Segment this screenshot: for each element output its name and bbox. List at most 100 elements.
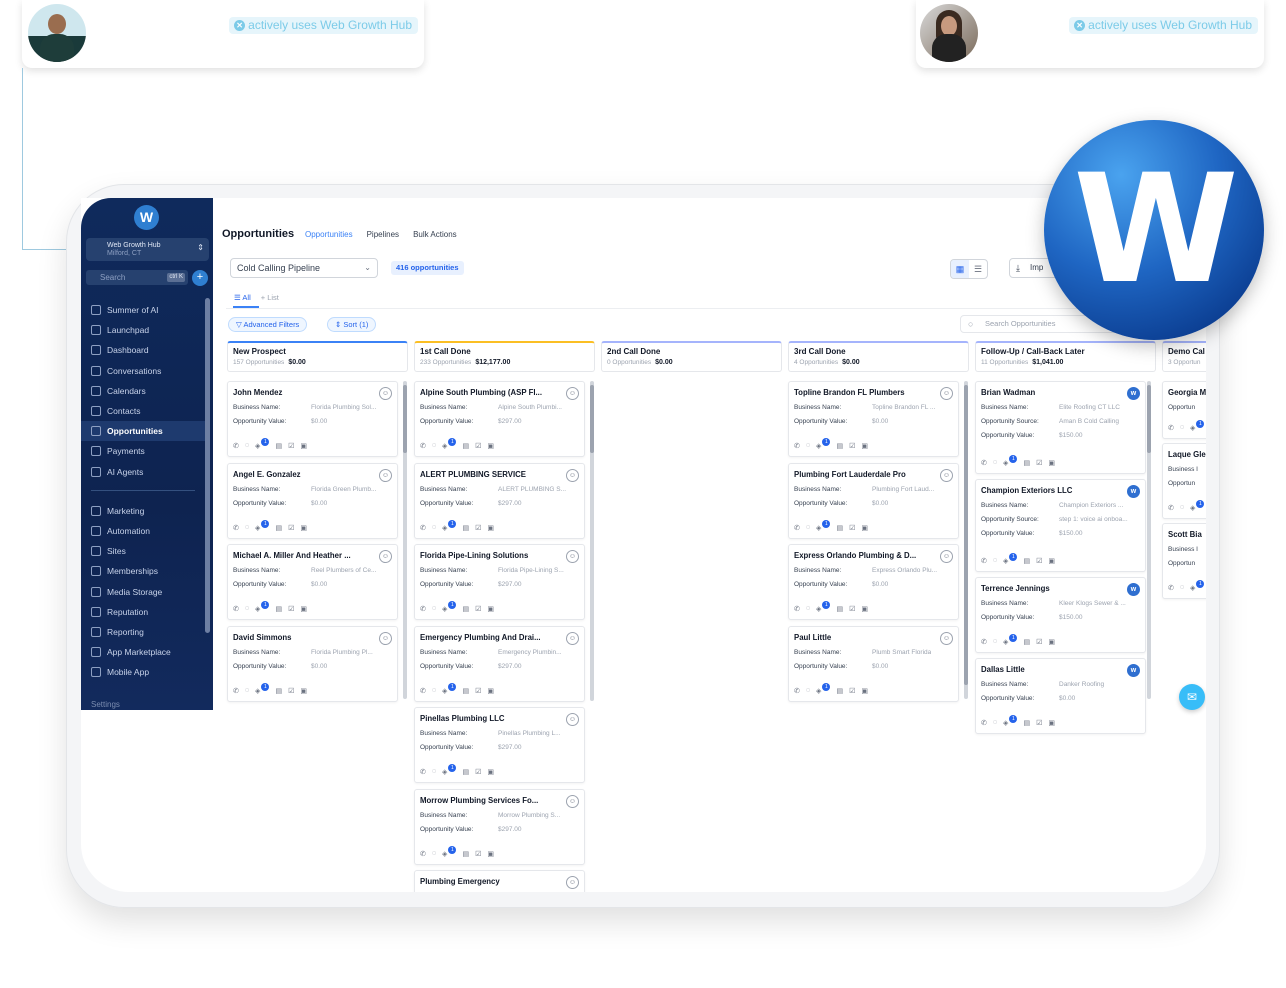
calendar-icon[interactable]: ▣: [300, 524, 307, 532]
sidebar-item-dashboard[interactable]: Dashboard: [81, 340, 205, 360]
chat-icon[interactable]: ◌: [1180, 504, 1184, 512]
chat-icon[interactable]: ◌: [993, 459, 997, 467]
tag-icon[interactable]: ◈: [442, 768, 447, 776]
assign-user-icon[interactable]: ☺: [940, 631, 953, 645]
calendar-icon[interactable]: ▣: [1048, 719, 1055, 727]
chat-icon[interactable]: ◌: [993, 638, 997, 646]
account-switcher[interactable]: Web Growth Hub Milford, CT ⇕: [86, 238, 209, 261]
task-icon[interactable]: ☑: [849, 605, 855, 613]
phone-icon[interactable]: ✆: [794, 605, 800, 613]
phone-icon[interactable]: ✆: [1168, 584, 1174, 592]
phone-icon[interactable]: ✆: [981, 557, 987, 565]
phone-icon[interactable]: ✆: [420, 605, 426, 613]
tag-icon[interactable]: ◈: [1003, 557, 1008, 565]
note-icon[interactable]: ▤: [1023, 459, 1030, 467]
tag-icon[interactable]: ◈: [255, 687, 260, 695]
sidebar-item-marketing[interactable]: Marketing: [81, 501, 205, 521]
scroll-thumb[interactable]: [590, 385, 594, 453]
assign-user-icon[interactable]: ☺: [566, 631, 579, 645]
note-icon[interactable]: ▤: [462, 605, 469, 613]
chat-icon[interactable]: ◌: [806, 687, 810, 695]
opportunity-card[interactable]: Pinellas Plumbing LLC ☺ Business Name: Pine…: [414, 707, 585, 783]
sidebar-item-mobile-app[interactable]: Mobile App: [81, 662, 205, 682]
calendar-icon[interactable]: ▣: [300, 442, 307, 450]
opportunity-card[interactable]: Terrence Jennings w Business Name: Kleer Kl…: [975, 577, 1146, 653]
sidebar-item-calendars[interactable]: Calendars: [81, 381, 205, 401]
note-icon[interactable]: ▤: [836, 605, 843, 613]
opportunity-card[interactable]: Laque GleBusiness IOpportun✆◌◈1▤☑▣: [1162, 443, 1206, 519]
column-scrollbar[interactable]: [964, 381, 968, 699]
opportunity-card[interactable]: Champion Exteriors LLC w Business Name: Cha…: [975, 479, 1146, 572]
chat-icon[interactable]: ◌: [432, 605, 436, 613]
tag-icon[interactable]: ◈: [1003, 459, 1008, 467]
task-icon[interactable]: ☑: [849, 524, 855, 532]
calendar-icon[interactable]: ▣: [861, 605, 868, 613]
opportunity-card[interactable]: Plumbing Emergency ☺: [414, 870, 585, 892]
assign-user-icon[interactable]: ☺: [566, 713, 579, 726]
task-icon[interactable]: ☑: [1036, 557, 1042, 565]
tag-icon[interactable]: ◈: [816, 687, 821, 695]
chat-icon[interactable]: ◌: [432, 687, 436, 695]
assignee-avatar[interactable]: w: [1127, 583, 1140, 596]
calendar-icon[interactable]: ▣: [487, 768, 494, 776]
task-icon[interactable]: ☑: [288, 687, 294, 695]
tag-icon[interactable]: ◈: [1003, 719, 1008, 727]
chat-icon[interactable]: ◌: [245, 687, 249, 695]
phone-icon[interactable]: ✆: [420, 768, 426, 776]
sidebar-item-memberships[interactable]: Memberships: [81, 561, 205, 581]
calendar-icon[interactable]: ▣: [1048, 557, 1055, 565]
tag-icon[interactable]: ◈: [442, 605, 447, 613]
assignee-avatar[interactable]: w: [1127, 664, 1140, 677]
add-list-button[interactable]: + List: [261, 293, 279, 302]
opportunity-card[interactable]: ALERT PLUMBING SERVICE ☺ Business Name: ALE…: [414, 462, 585, 539]
assignee-avatar[interactable]: w: [1127, 485, 1140, 498]
calendar-icon[interactable]: ▣: [300, 605, 307, 613]
task-icon[interactable]: ☑: [849, 687, 855, 695]
list-view-icon[interactable]: ☰: [969, 260, 987, 278]
opportunity-card[interactable]: Brian Wadman w Business Name: Elite Roofing…: [975, 381, 1146, 474]
sidebar-item-automation[interactable]: Automation: [81, 521, 205, 541]
calendar-icon[interactable]: ▣: [487, 687, 494, 695]
task-icon[interactable]: ☑: [288, 605, 294, 613]
assignee-avatar[interactable]: w: [1127, 387, 1140, 400]
phone-icon[interactable]: ✆: [420, 850, 426, 858]
tag-icon[interactable]: ◈: [255, 442, 260, 450]
sidebar-item-reporting[interactable]: Reporting: [81, 622, 205, 642]
calendar-icon[interactable]: ▣: [1048, 459, 1055, 467]
phone-icon[interactable]: ✆: [420, 524, 426, 532]
task-icon[interactable]: ☑: [288, 442, 294, 450]
task-icon[interactable]: ☑: [1036, 719, 1042, 727]
phone-icon[interactable]: ✆: [794, 524, 800, 532]
sidebar-item-media-storage[interactable]: Media Storage: [81, 581, 205, 601]
scroll-thumb[interactable]: [1147, 385, 1151, 453]
opportunity-card[interactable]: Georgia MOpportun✆◌◈1▤☑▣: [1162, 381, 1206, 439]
phone-icon[interactable]: ✆: [1168, 504, 1174, 512]
tag-icon[interactable]: ◈: [1190, 424, 1195, 432]
task-icon[interactable]: ☑: [475, 442, 481, 450]
calendar-icon[interactable]: ▣: [487, 605, 494, 613]
tab-pipelines[interactable]: Pipelines: [367, 230, 399, 239]
opportunity-card[interactable]: Express Orlando Plumbing & D... ☺ Business…: [788, 544, 959, 620]
opportunity-card[interactable]: Scott BiaBusiness IOpportun✆◌◈1▤☑▣: [1162, 523, 1206, 599]
sidebar-item-summer-of-ai[interactable]: Summer of AI: [81, 300, 205, 320]
opportunity-card[interactable]: Florida Pipe-Lining Solutions ☺ Business N…: [414, 544, 585, 620]
tag-icon[interactable]: ◈: [1190, 584, 1195, 592]
note-icon[interactable]: ▤: [462, 850, 469, 858]
sidebar-item-conversations[interactable]: Conversations: [81, 361, 205, 381]
assign-user-icon[interactable]: ☺: [566, 387, 579, 400]
tag-icon[interactable]: ◈: [816, 442, 821, 450]
phone-icon[interactable]: ✆: [1168, 424, 1174, 432]
assign-user-icon[interactable]: ☺: [379, 550, 392, 563]
note-icon[interactable]: ▤: [836, 442, 843, 450]
calendar-icon[interactable]: ▣: [300, 687, 307, 695]
phone-icon[interactable]: ✆: [233, 687, 239, 695]
task-icon[interactable]: ☑: [475, 768, 481, 776]
app-logo[interactable]: W: [134, 205, 159, 230]
quick-add-button[interactable]: +: [192, 270, 208, 286]
task-icon[interactable]: ☑: [1036, 638, 1042, 646]
sidebar-item-contacts[interactable]: Contacts: [81, 401, 205, 421]
sidebar-item-launchpad[interactable]: Launchpad: [81, 320, 205, 340]
note-icon[interactable]: ▤: [462, 442, 469, 450]
list-tab-all[interactable]: ☰ All: [234, 293, 251, 302]
pipeline-select[interactable]: Cold Calling Pipeline ⌄: [230, 258, 378, 278]
